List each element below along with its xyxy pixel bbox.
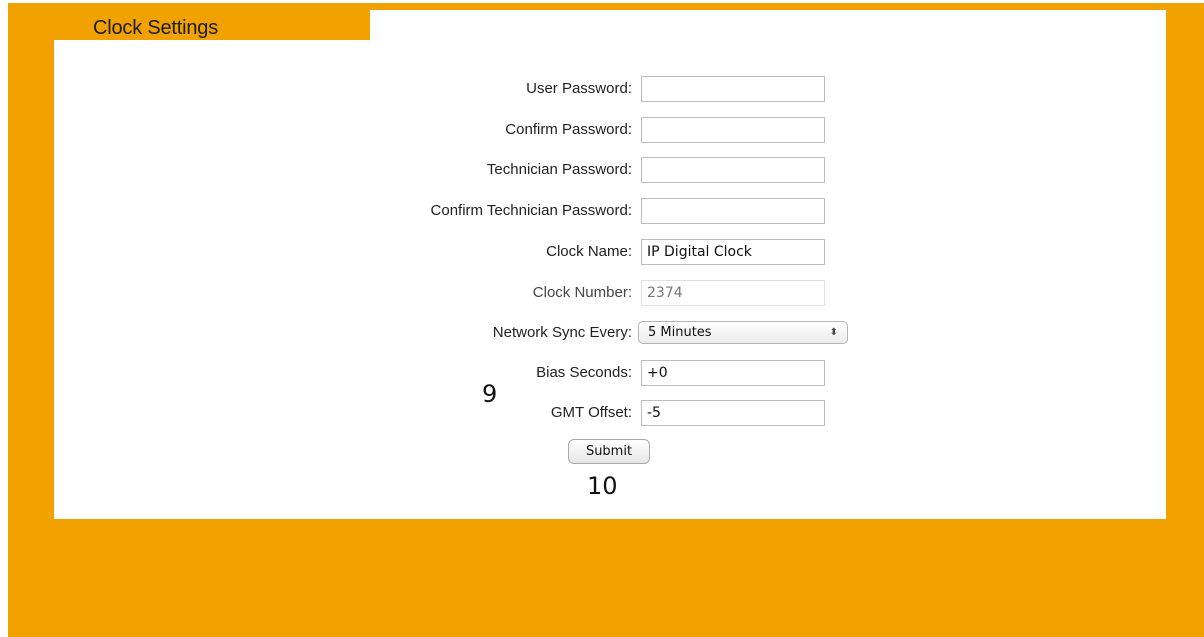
clock-number-field: 2374	[641, 280, 825, 306]
technician-password-row: Technician Password:	[0, 157, 1204, 183]
confirm-technician-password-row: Confirm Technician Password:	[0, 198, 1204, 224]
technician-password-input[interactable]	[641, 157, 825, 183]
bias-seconds-label: Bias Seconds:	[536, 364, 632, 381]
annotation-marker-9: 9	[482, 380, 498, 408]
bias-seconds-input[interactable]: +0	[641, 360, 825, 386]
page-title: Clock Settings	[93, 17, 219, 39]
user-password-label: User Password:	[526, 80, 632, 97]
confirm-password-row: Confirm Password:	[0, 117, 1204, 143]
submit-button[interactable]: Submit	[568, 439, 650, 464]
network-sync-row: Network Sync Every: 5 Minutes ⬍	[0, 320, 1204, 346]
clock-name-input[interactable]: IP Digital Clock	[641, 239, 825, 265]
clock-number-row: Clock Number: 2374	[0, 280, 1204, 306]
clock-number-label: Clock Number:	[532, 284, 632, 301]
network-sync-label: Network Sync Every:	[492, 324, 632, 341]
clock-name-row: Clock Name: IP Digital Clock	[0, 239, 1204, 265]
settings-panel-header	[370, 10, 1166, 42]
network-sync-select[interactable]: 5 Minutes ⬍	[638, 321, 848, 344]
network-sync-selected: 5 Minutes	[648, 325, 712, 340]
updown-arrows-icon: ⬍	[829, 327, 838, 338]
user-password-input[interactable]	[641, 76, 825, 102]
user-password-row: User Password:	[0, 76, 1204, 102]
gmt-offset-label: GMT Offset:	[550, 404, 632, 421]
clock-name-label: Clock Name:	[546, 243, 632, 260]
bias-seconds-row: Bias Seconds: +0	[0, 360, 1204, 386]
technician-password-label: Technician Password:	[486, 161, 632, 178]
confirm-technician-password-label: Confirm Technician Password:	[430, 202, 632, 219]
gmt-offset-input[interactable]: -5	[641, 400, 825, 426]
annotation-marker-10: 10	[587, 472, 618, 500]
confirm-password-input[interactable]	[641, 117, 825, 143]
confirm-password-label: Confirm Password:	[505, 121, 632, 138]
gmt-offset-row: GMT Offset: -5	[0, 400, 1204, 426]
confirm-technician-password-input[interactable]	[641, 198, 825, 224]
